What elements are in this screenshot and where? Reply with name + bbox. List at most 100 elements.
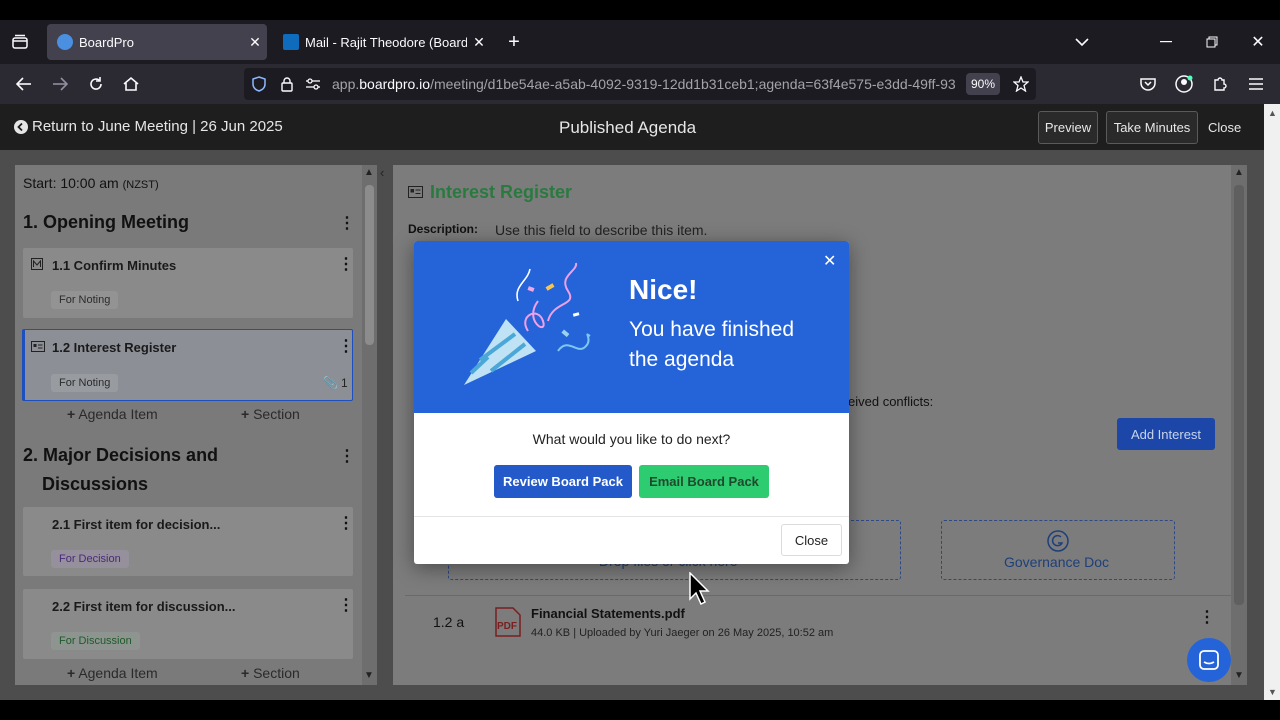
header-close-button[interactable]: Close: [1208, 120, 1241, 135]
file-kebab-icon[interactable]: ⋮: [1199, 607, 1215, 627]
conflicts-label: eived conflicts:: [848, 394, 934, 409]
modal-close-x-icon[interactable]: ✕: [823, 251, 836, 271]
tracking-shield-icon[interactable]: [250, 75, 268, 93]
item-title: Interest Register: [430, 182, 573, 202]
tab-boardpro[interactable]: BoardPro ✕: [47, 24, 267, 60]
main-scrollbar[interactable]: ▲ ▼: [1231, 165, 1247, 685]
sidebar-scrollbar-thumb[interactable]: [365, 185, 374, 345]
start-time-label: Start: 10:00 am: [23, 175, 119, 191]
menu-hamburger-icon[interactable]: [1246, 74, 1266, 94]
zoom-level-badge[interactable]: 90%: [966, 73, 1000, 95]
take-minutes-button[interactable]: Take Minutes: [1106, 111, 1198, 144]
add-section-label: Section: [253, 665, 300, 681]
governance-doc-label: Governance Doc: [1004, 554, 1110, 570]
agenda-item-2-1[interactable]: 2.1 First item for decision... For Decis…: [23, 507, 354, 576]
agenda-item-title: 2.2 First item for discussion...: [52, 599, 236, 614]
scroll-down-icon[interactable]: ▼: [1268, 687, 1277, 697]
list-tabs-chevron-down-icon[interactable]: [1072, 32, 1092, 52]
item-kebab-icon[interactable]: ⋮: [338, 595, 354, 615]
agenda-sidebar: Start: 10:00 am (NZST) 1. Opening Meetin…: [15, 165, 377, 685]
start-time: Start: 10:00 am (NZST): [23, 175, 159, 191]
add-agenda-item-link-1[interactable]: + Agenda Item: [67, 406, 158, 422]
section-2-title-line1[interactable]: 2. Major Decisions and: [23, 445, 218, 466]
pocket-icon[interactable]: [1138, 74, 1158, 94]
modal-close-button[interactable]: Close: [781, 524, 842, 556]
add-interest-button[interactable]: Add Interest: [1117, 418, 1215, 450]
tab-mail[interactable]: Mail - Rajit Theodore (BoardPro ✕: [273, 24, 491, 60]
add-section-link-2[interactable]: + Section: [241, 665, 300, 681]
arrow-circle-left-icon: [14, 119, 28, 134]
description-label: Description:: [408, 222, 479, 236]
tab-manager-icon[interactable]: [8, 32, 32, 52]
completion-modal: Nice! You have finished the agenda ✕ Wha…: [414, 241, 849, 564]
modal-heading: Nice!: [629, 274, 698, 305]
scroll-up-icon[interactable]: ▲: [1234, 167, 1244, 178]
item-kebab-icon[interactable]: ⋮: [338, 336, 354, 356]
add-agenda-item-label: Agenda Item: [78, 665, 158, 681]
scroll-down-icon[interactable]: ▼: [364, 670, 374, 681]
paperclip-icon: 📎: [323, 376, 338, 390]
site-permissions-icon[interactable]: [304, 75, 322, 93]
scroll-down-icon[interactable]: ▼: [1234, 670, 1244, 681]
preview-button[interactable]: Preview: [1038, 111, 1098, 144]
review-board-pack-button[interactable]: Review Board Pack: [494, 465, 632, 498]
modal-subheading-line2: the agenda: [629, 348, 735, 371]
new-tab-icon[interactable]: +: [504, 31, 524, 53]
file-name-link[interactable]: Financial Statements.pdf: [531, 606, 685, 621]
agenda-item-1-2[interactable]: 1.2 Interest Register For Noting ⋮ 📎 1: [22, 329, 354, 401]
extensions-puzzle-icon[interactable]: [1210, 74, 1230, 94]
register-icon: [31, 341, 45, 352]
bookmark-star-icon[interactable]: [1012, 75, 1030, 93]
return-link-label: Return to June Meeting | 26 Jun 2025: [32, 118, 283, 135]
status-badge: For Discussion: [51, 632, 140, 650]
governance-doc-button[interactable]: Governance Doc: [941, 520, 1175, 580]
tab-title: Mail - Rajit Theodore (BoardPro: [305, 34, 467, 50]
page-scrollbar[interactable]: ▲ ▼: [1264, 104, 1280, 700]
close-tab-icon[interactable]: ✕: [467, 34, 491, 51]
email-board-pack-button[interactable]: Email Board Pack: [639, 465, 769, 498]
section-1-kebab-icon[interactable]: ⋮: [339, 213, 355, 233]
forward-arrow-icon[interactable]: [50, 74, 70, 94]
add-agenda-item-link-2[interactable]: + Agenda Item: [67, 665, 158, 681]
agenda-item-title: 2.1 First item for decision...: [52, 517, 221, 532]
minimize-window-icon[interactable]: [1156, 32, 1176, 52]
reload-icon[interactable]: [86, 74, 106, 94]
scroll-up-icon[interactable]: ▲: [1268, 108, 1277, 118]
item-kebab-icon[interactable]: ⋮: [338, 254, 354, 274]
add-agenda-item-label: Agenda Item: [78, 406, 158, 422]
status-badge: For Decision: [51, 550, 129, 568]
screen-bottom-bar: [0, 700, 1280, 720]
file-meta: 44.0 KB | Uploaded by Yuri Jaeger on 26 …: [531, 627, 834, 639]
description-value[interactable]: Use this field to describe this item.: [495, 222, 707, 238]
section-2-title-line2[interactable]: Discussions: [42, 474, 148, 495]
return-to-meeting-link[interactable]: Return to June Meeting | 26 Jun 2025: [14, 118, 283, 135]
agenda-item-1-1[interactable]: 1.1 Confirm Minutes For Noting ⋮: [23, 248, 354, 318]
sidebar-scrollbar[interactable]: ▲ ▼: [362, 165, 377, 685]
governance-doc-icon: [1047, 530, 1069, 552]
agenda-item-2-2[interactable]: 2.2 First item for discussion... For Dis…: [23, 589, 354, 659]
back-arrow-icon[interactable]: [14, 74, 34, 94]
collapse-sidebar-chevron-icon[interactable]: ‹: [380, 165, 384, 180]
agenda-item-title: 1.1 Confirm Minutes: [52, 258, 177, 273]
modal-banner: Nice! You have finished the agenda ✕: [414, 241, 849, 413]
register-icon: [408, 186, 423, 198]
section-1-title[interactable]: 1. Opening Meeting: [23, 212, 189, 233]
account-avatar-icon[interactable]: [1174, 74, 1194, 94]
boardpro-favicon-icon: [57, 34, 73, 50]
section-2-kebab-icon[interactable]: ⋮: [339, 446, 355, 466]
main-scrollbar-thumb[interactable]: [1234, 185, 1244, 605]
scroll-up-icon[interactable]: ▲: [364, 167, 374, 178]
close-tab-icon[interactable]: ✕: [243, 34, 267, 51]
agenda-item-title: 1.2 Interest Register: [52, 340, 177, 355]
restore-window-icon[interactable]: [1202, 32, 1222, 52]
party-popper-icon: [464, 262, 591, 385]
item-kebab-icon[interactable]: ⋮: [338, 513, 354, 533]
close-window-icon[interactable]: ✕: [1248, 32, 1268, 52]
chat-launcher-button[interactable]: [1187, 638, 1231, 682]
lock-icon[interactable]: [278, 75, 296, 93]
status-badge: For Noting: [51, 374, 119, 392]
home-icon[interactable]: [121, 74, 141, 94]
add-section-link-1[interactable]: + Section: [241, 406, 300, 422]
url-bar[interactable]: app.boardpro.io/meeting/d1be54ae-a5ab-40…: [244, 68, 1036, 100]
minutes-icon: [31, 258, 43, 270]
